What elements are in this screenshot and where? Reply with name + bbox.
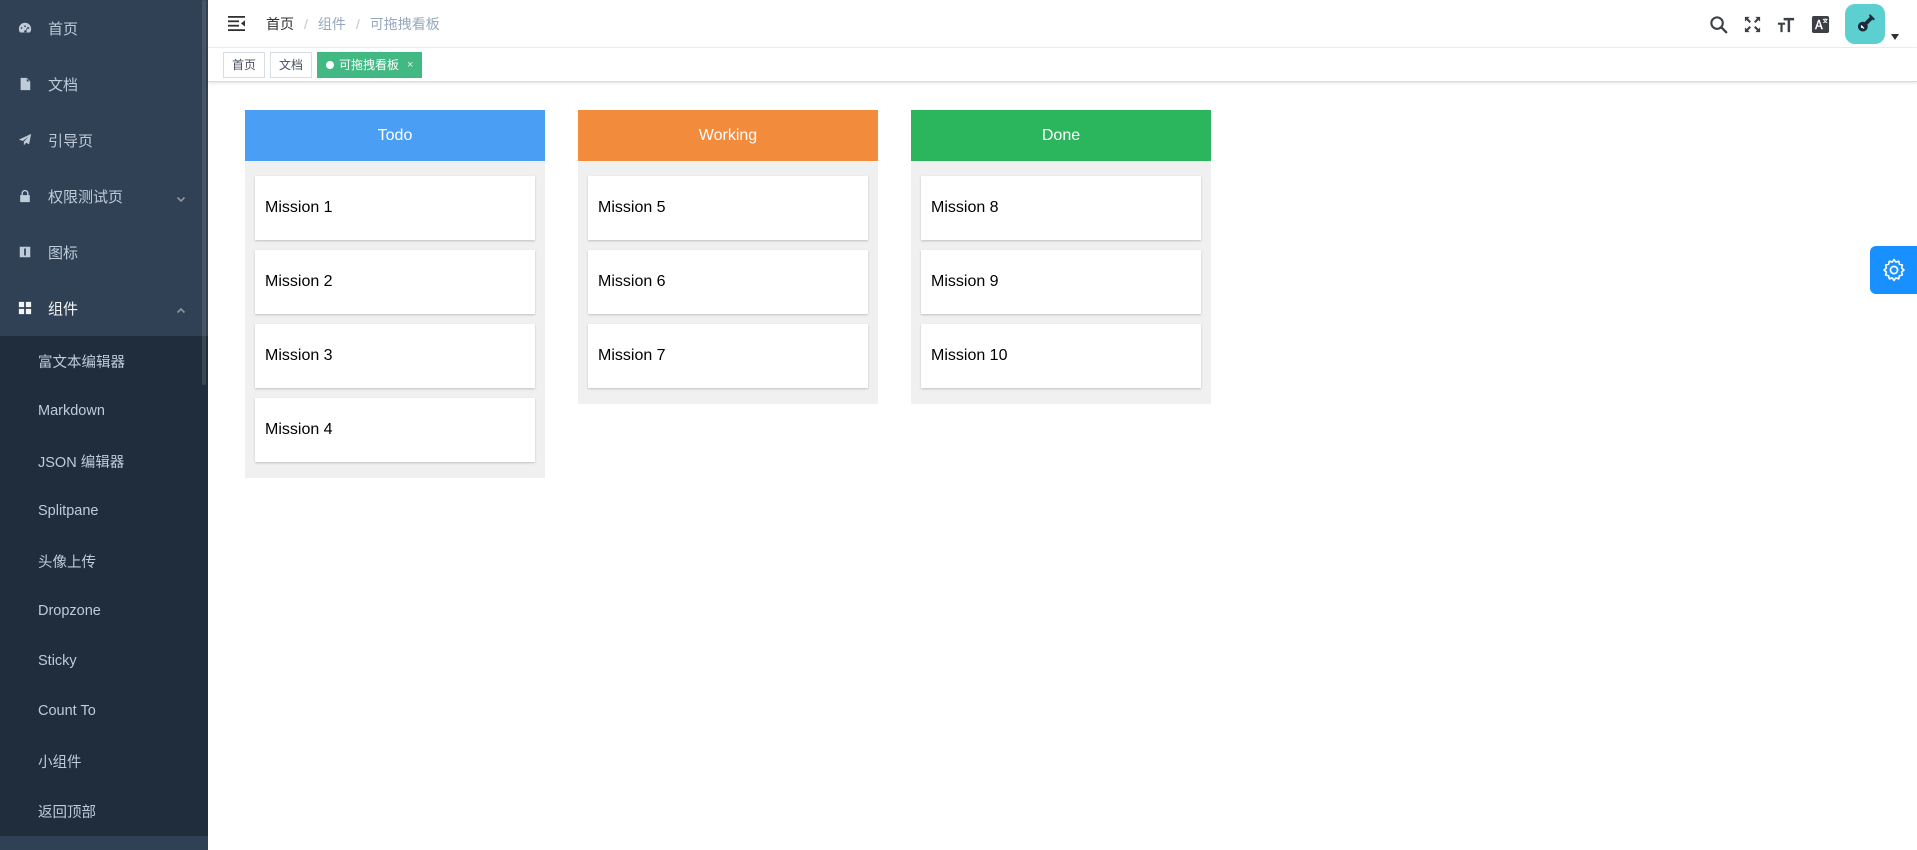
settings-button[interactable] <box>1870 246 1917 294</box>
sidebar-item-label: 组件 <box>48 300 79 318</box>
component-icon <box>18 301 32 315</box>
font-size-button[interactable] <box>1769 0 1803 48</box>
tag-label: 文档 <box>279 57 304 72</box>
kanban-column-header: Todo <box>245 110 545 161</box>
kanban-card[interactable]: Mission 1 <box>255 176 535 240</box>
breadcrumb-separator: / <box>355 15 360 32</box>
tag-drag-kanban[interactable]: 可拖拽看板 × <box>317 51 423 78</box>
breadcrumb-home[interactable]: 首页 <box>266 14 294 34</box>
hamburger-button[interactable] <box>212 0 260 48</box>
sidebar-item-label: 引导页 <box>48 132 94 150</box>
active-dot-icon <box>326 60 335 69</box>
caret-down-icon <box>1891 34 1899 40</box>
kanban-column-header: Done <box>911 110 1211 161</box>
submenu-item-avatar-upload[interactable]: 头像上传 <box>0 536 208 586</box>
sidebar-item-guide[interactable]: 引导页 <box>0 112 208 168</box>
sidebar-item-icons[interactable]: 图标 <box>0 224 208 280</box>
chevron-up-icon <box>176 303 186 314</box>
font-size-icon <box>1777 17 1794 32</box>
fullscreen-icon <box>1744 16 1760 32</box>
kanban-card[interactable]: Mission 2 <box>255 250 535 314</box>
tags-view: 首页 文档 可拖拽看板 × <box>208 48 1917 82</box>
submenu-item-splitpane[interactable]: Splitpane <box>0 486 208 536</box>
lock-icon <box>18 189 32 203</box>
kanban-card[interactable]: Mission 6 <box>588 250 868 314</box>
guide-icon <box>18 133 32 147</box>
kanban-card[interactable]: Mission 5 <box>588 176 868 240</box>
submenu-item-sticky[interactable]: Sticky <box>0 636 208 686</box>
breadcrumb-separator: / <box>304 15 308 32</box>
avatar[interactable] <box>1845 4 1885 44</box>
kanban-card[interactable]: Mission 3 <box>255 324 535 388</box>
submenu-item-mixin[interactable]: 小组件 <box>0 736 208 786</box>
submenu-item-dropzone[interactable]: Dropzone <box>0 586 208 636</box>
fullscreen-button[interactable] <box>1735 0 1769 48</box>
sidebar-item-label: 首页 <box>48 20 79 38</box>
kanban-card[interactable]: Mission 4 <box>255 398 535 462</box>
navbar: 首页 / 组件 / 可拖拽看板 <box>208 0 1917 48</box>
search-button[interactable] <box>1701 0 1735 48</box>
tag-label: 首页 <box>232 57 257 72</box>
breadcrumb-current: 可拖拽看板 <box>369 15 440 32</box>
kanban-column-body: Mission 8 Mission 9 Mission 10 <box>911 161 1211 388</box>
kanban-column-body: Mission 1 Mission 2 Mission 3 Mission 4 <box>245 161 545 462</box>
search-icon <box>1709 15 1727 33</box>
hamburger-icon <box>227 16 245 31</box>
submenu-item-markdown[interactable]: Markdown <box>0 386 208 436</box>
gear-icon <box>1882 258 1905 282</box>
components-submenu: 富文本编辑器 Markdown JSON 编辑器 Splitpane 头像上传 … <box>0 336 208 836</box>
avatar-dropdown[interactable] <box>1845 4 1899 44</box>
kanban-card[interactable]: Mission 7 <box>588 324 868 388</box>
kanban-column-done: Done Mission 8 Mission 9 Mission 10 <box>911 110 1211 404</box>
language-button[interactable] <box>1803 0 1837 48</box>
submenu-item-count-to[interactable]: Count To <box>0 686 208 736</box>
sidebar-item-label: 文档 <box>48 76 79 94</box>
sidebar-item-documentation[interactable]: 文档 <box>0 56 208 112</box>
sidebar-item-label: 图标 <box>48 244 79 262</box>
language-icon <box>1811 15 1829 33</box>
sidebar: 首页 文档 引导页 权限测试页 图标 组件 富文本编辑器 Markdown JS… <box>0 0 208 850</box>
kanban-card[interactable]: Mission 10 <box>921 324 1201 388</box>
sidebar-scrollbar[interactable] <box>202 0 206 385</box>
breadcrumb-components: 组件 <box>317 15 346 32</box>
kanban-board: Todo Mission 1 Mission 2 Mission 3 Missi… <box>245 110 1244 478</box>
kanban-card[interactable]: Mission 8 <box>921 176 1201 240</box>
sidebar-item-label: 权限测试页 <box>48 188 124 206</box>
document-icon <box>18 77 32 91</box>
submenu-item-tinymce[interactable]: 富文本编辑器 <box>0 336 208 386</box>
kanban-card[interactable]: Mission 9 <box>921 250 1201 314</box>
sidebar-item-components[interactable]: 组件 <box>0 280 208 336</box>
kanban-column-todo: Todo Mission 1 Mission 2 Mission 3 Missi… <box>245 110 545 478</box>
submenu-item-json-editor[interactable]: JSON 编辑器 <box>0 436 208 486</box>
kanban-column-body: Mission 5 Mission 6 Mission 7 <box>578 161 878 388</box>
sidebar-item-permission[interactable]: 权限测试页 <box>0 168 208 224</box>
guitar-avatar-icon <box>1857 14 1875 32</box>
chevron-down-icon <box>176 191 186 203</box>
kanban-column-working: Working Mission 5 Mission 6 Mission 7 <box>578 110 878 404</box>
tag-documentation[interactable]: 文档 <box>270 51 313 78</box>
breadcrumb: 首页 / 组件 / 可拖拽看板 <box>266 14 440 34</box>
tag-label: 可拖拽看板 <box>339 57 400 72</box>
submenu-item-back-to-top[interactable]: 返回顶部 <box>0 786 208 836</box>
dashboard-icon <box>18 21 32 35</box>
tag-home[interactable]: 首页 <box>223 51 266 78</box>
close-icon[interactable]: × <box>407 53 413 77</box>
icon-icon <box>18 245 32 259</box>
kanban-column-header: Working <box>578 110 878 161</box>
sidebar-item-dashboard[interactable]: 首页 <box>0 0 208 56</box>
navbar-right-menu <box>1701 0 1917 48</box>
